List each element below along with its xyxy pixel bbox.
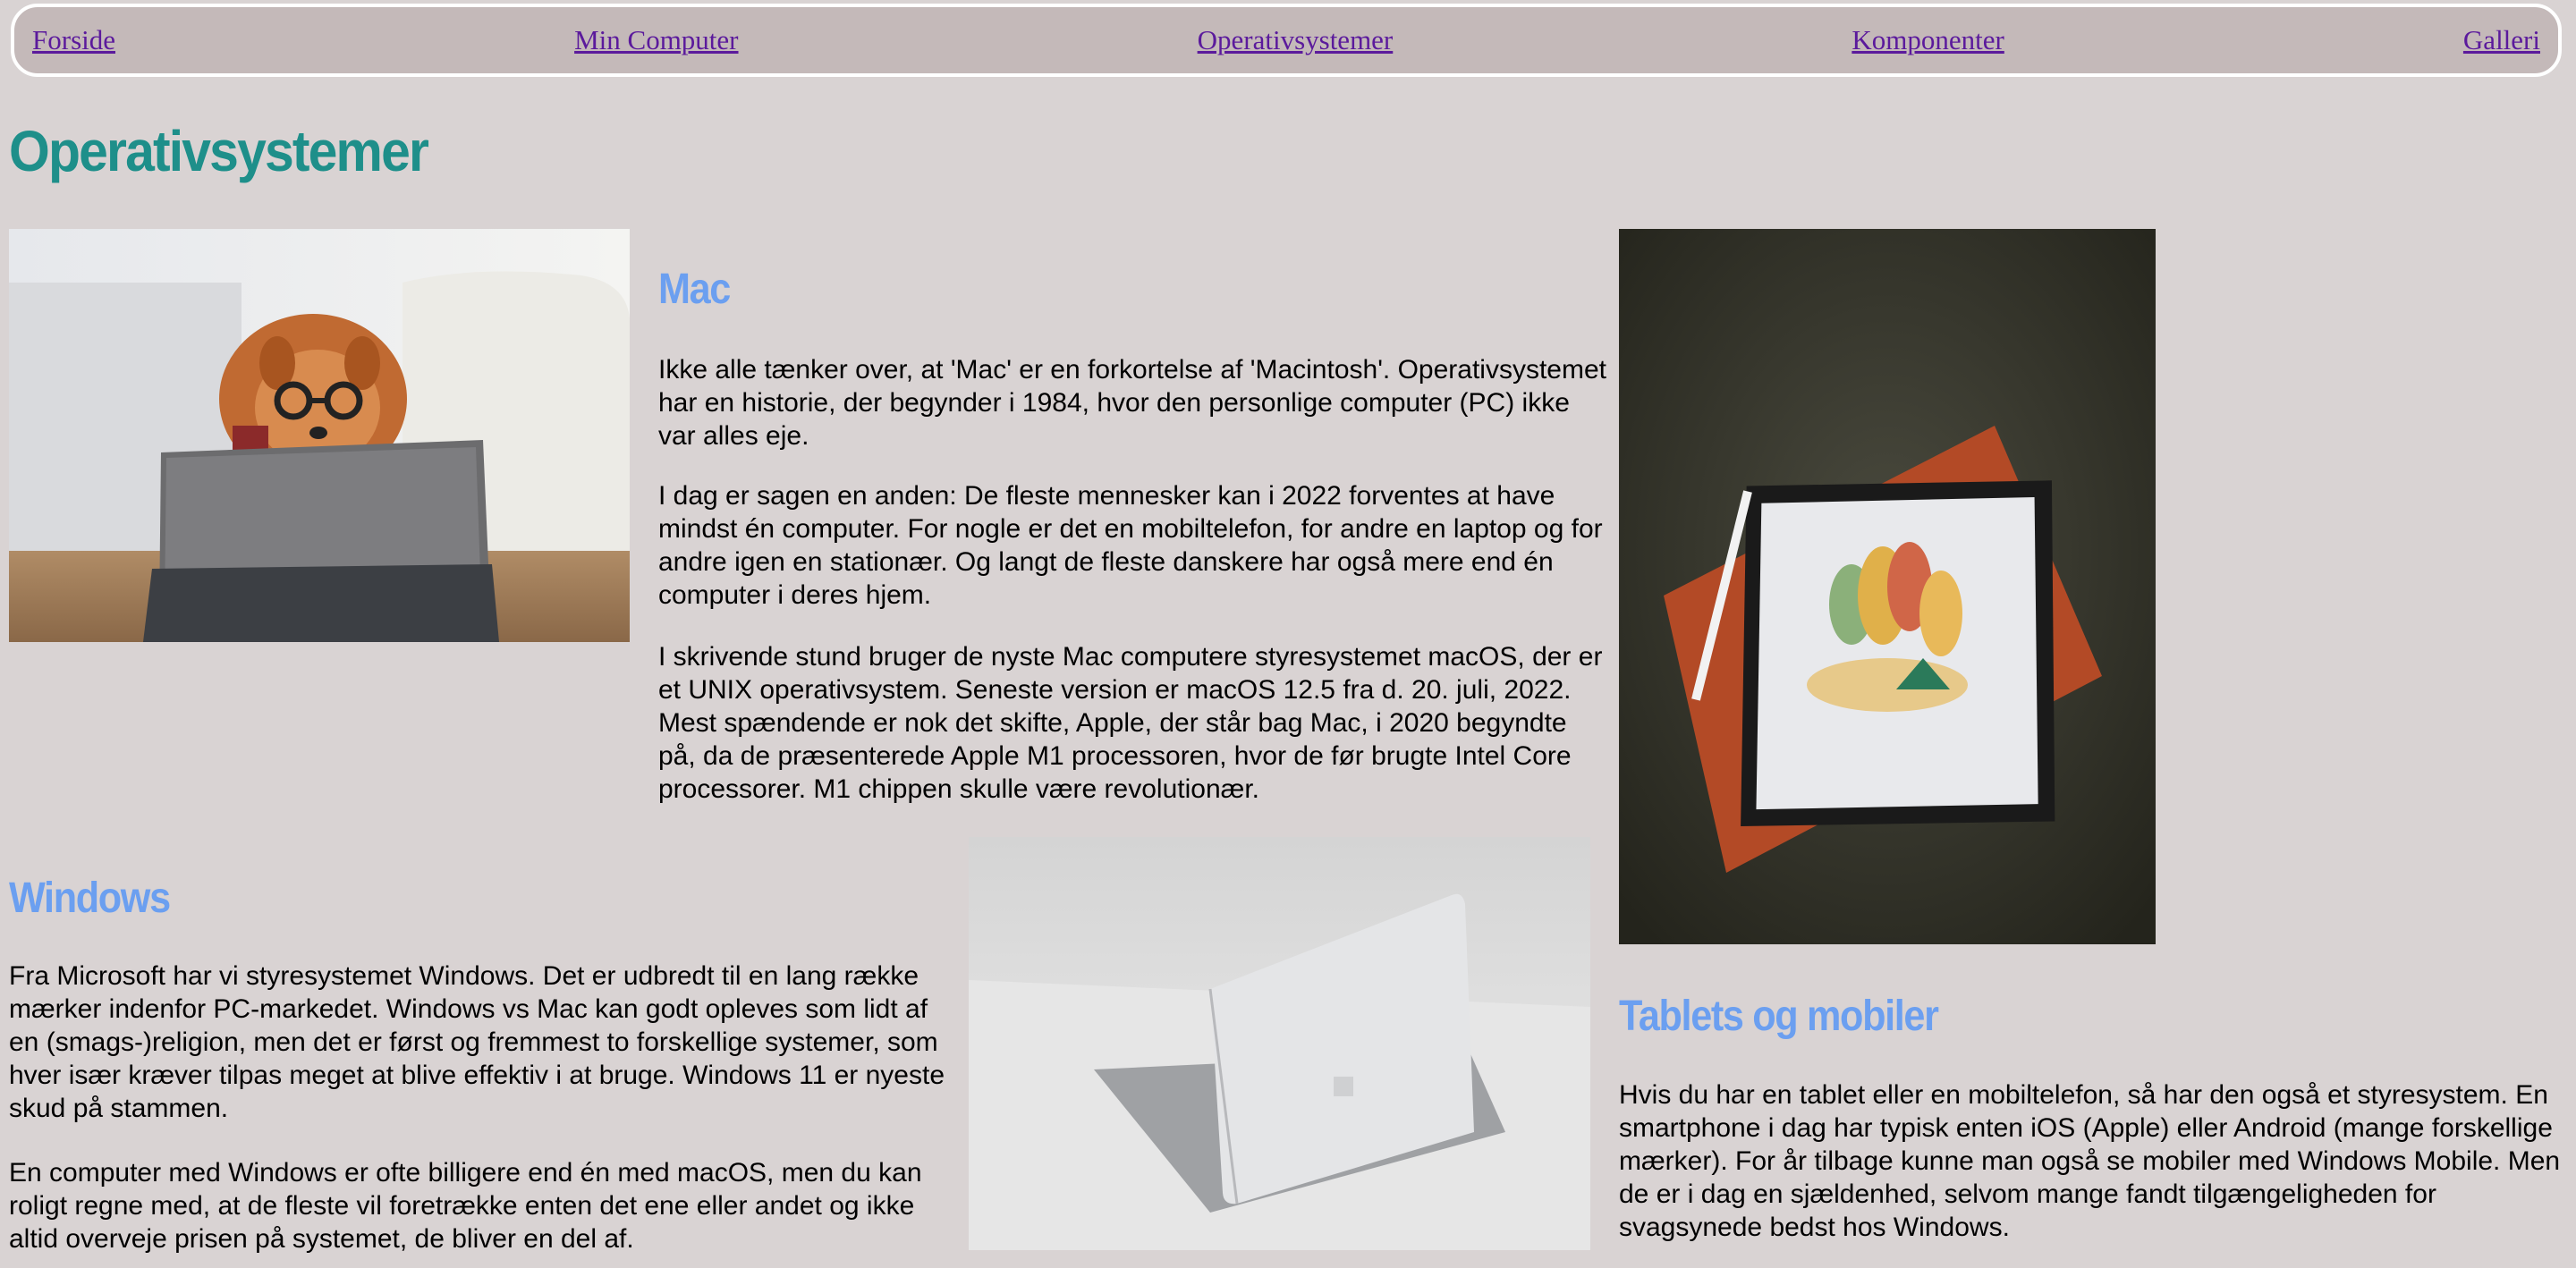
nav-link-komponenter[interactable]: Komponenter [1852, 24, 2004, 56]
nav-link-galleri[interactable]: Galleri [2463, 24, 2540, 56]
page-title: Operativsystemer [9, 119, 429, 183]
mac-dog-image [9, 229, 630, 642]
nav-link-forside[interactable]: Forside [32, 24, 115, 56]
tablets-heading: Tablets og mobiler [1619, 993, 1939, 1040]
tablet-image [1619, 229, 2156, 944]
mac-heading: Mac [658, 266, 731, 313]
nav-link-operativsystemer[interactable]: Operativsystemer [1198, 24, 1394, 56]
main-nav: Forside Min Computer Operativsystemer Ko… [11, 4, 2562, 77]
tablets-paragraph-1: Hvis du har en tablet eller en mobiltele… [1619, 1080, 2561, 1242]
windows-laptop-image [969, 837, 1590, 1250]
nav-link-min-computer[interactable]: Min Computer [574, 24, 738, 56]
windows-paragraph-1: Fra Microsoft har vi styresystemet Windo… [9, 961, 945, 1123]
mac-paragraph-2: I dag er sagen en anden: De fleste menne… [658, 481, 1603, 610]
windows-paragraph-2: En computer med Windows er ofte billiger… [9, 1158, 922, 1254]
mac-paragraph-1: Ikke alle tænker over, at 'Mac' er en fo… [658, 355, 1607, 451]
windows-heading: Windows [9, 875, 171, 922]
mac-paragraph-3: I skrivende stund bruger de nyste Mac co… [658, 642, 1603, 804]
